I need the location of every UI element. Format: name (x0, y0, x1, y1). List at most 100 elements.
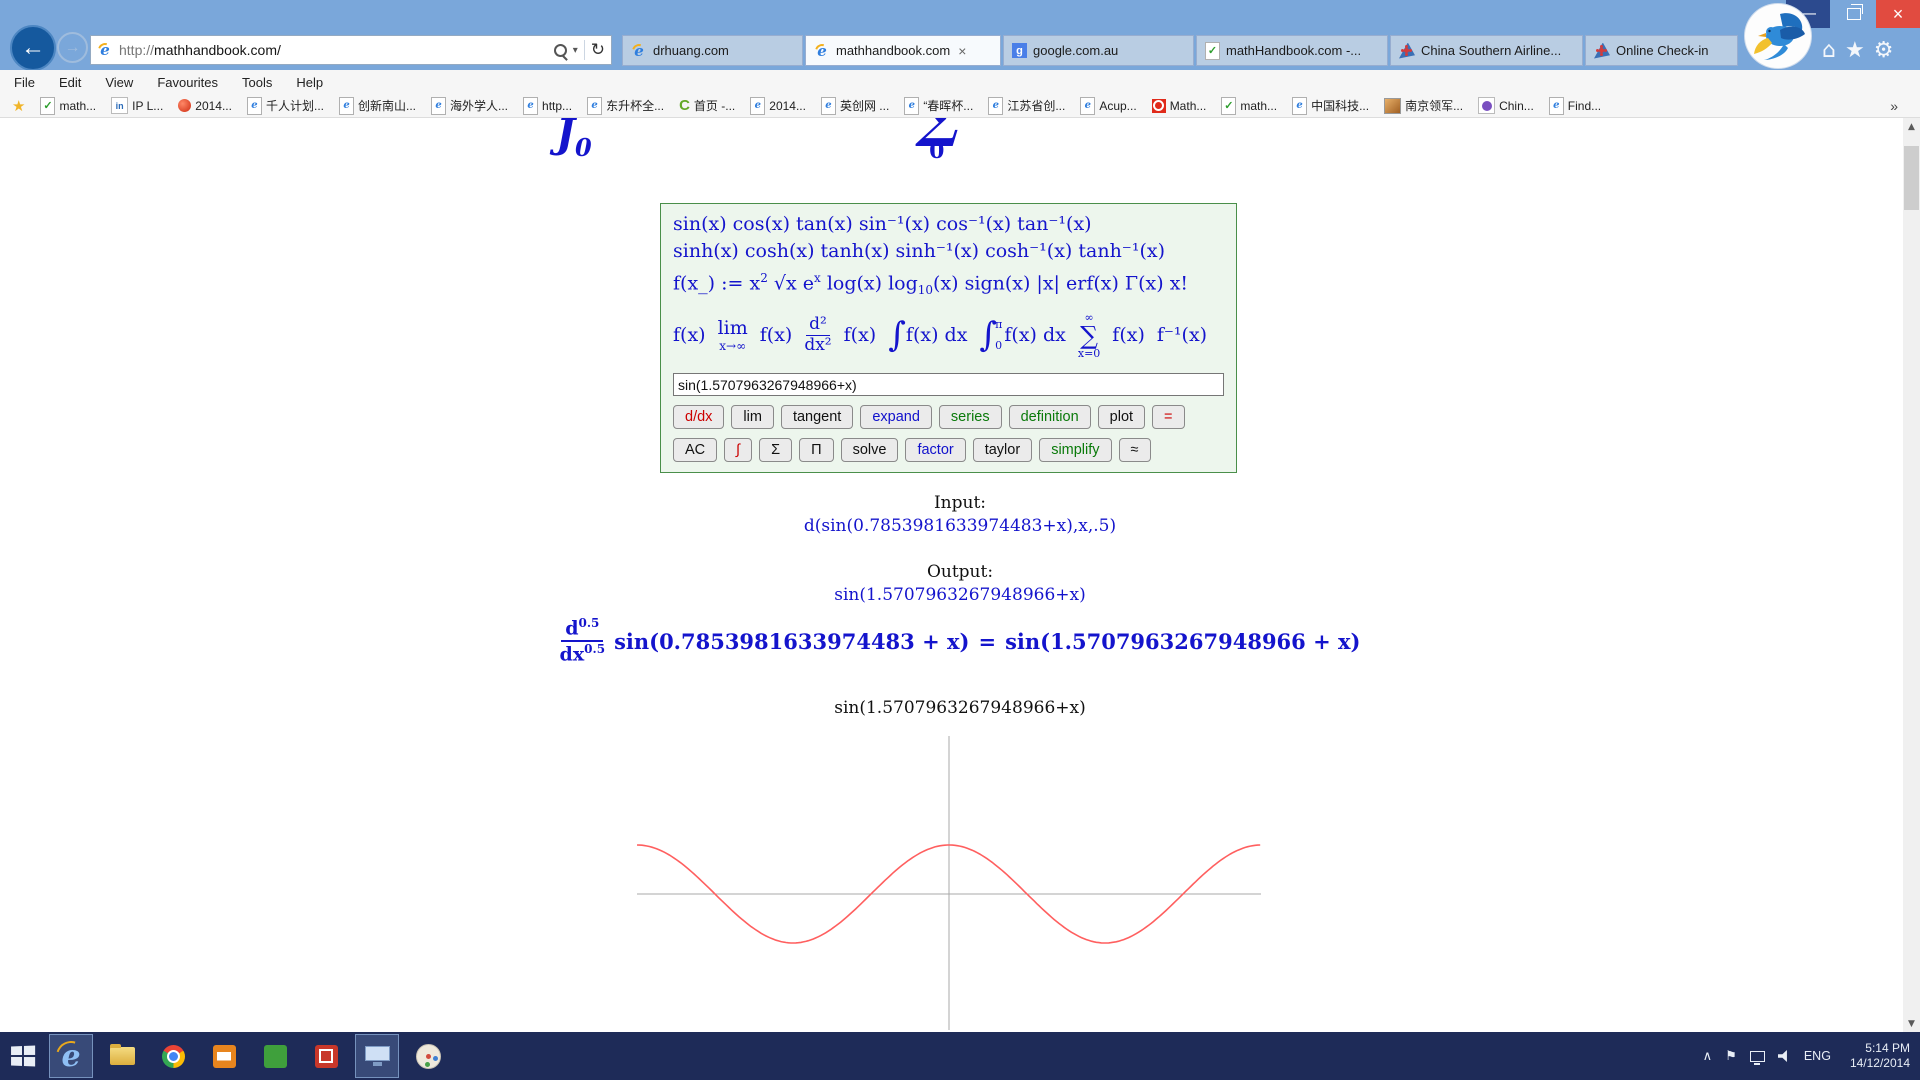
input-expression: d(sin(0.7853981633974483+x),x,.5) (0, 516, 1920, 536)
scroll-down-arrow[interactable]: ▼ (1903, 1015, 1920, 1032)
favorites-overflow-chevron[interactable]: » (1890, 98, 1898, 114)
tab-label: mathHandbook.com -... (1226, 43, 1361, 58)
search-icon[interactable] (554, 44, 567, 57)
favorite-label: 创新南山... (358, 97, 416, 114)
favorites-star-icon[interactable]: ★ (1845, 36, 1865, 66)
taskbar-mail-app[interactable] (202, 1034, 246, 1078)
green-c-icon: C (679, 97, 690, 114)
panel-math-line4: f(x) limx→∞ f(x) d²dx² f(x) ∫f(x) dx ∫π0… (673, 304, 1224, 366)
panel-button-simplify[interactable]: simplify (1039, 438, 1111, 462)
address-bar[interactable]: e http://mathhandbook.com/ ▾ ↻ (90, 35, 612, 65)
speaker-icon[interactable] (1778, 1050, 1791, 1062)
favorite-item[interactable]: inIP L... (111, 97, 163, 114)
taskbar-red-app[interactable] (304, 1034, 348, 1078)
clock[interactable]: 5:14 PM14/12/2014 (1850, 1041, 1910, 1071)
favorite-item[interactable]: e海外学人... (431, 97, 508, 115)
tab-label: Online Check-in (1616, 43, 1709, 58)
favorite-item[interactable]: Math... (1152, 99, 1207, 113)
favorite-item[interactable]: 南京领军... (1384, 97, 1463, 114)
menu-favourites[interactable]: Favourites (157, 75, 218, 90)
close-button[interactable]: × (1876, 0, 1920, 28)
tab-mathhandbook-com-[interactable]: ✓ mathHandbook.com -... (1196, 35, 1388, 66)
favorite-item[interactable]: e2014... (750, 97, 806, 115)
scroll-up-arrow[interactable]: ▲ (1903, 118, 1920, 135)
search-caret-icon[interactable]: ▾ (573, 45, 578, 56)
refresh-icon[interactable]: ↻ (591, 40, 605, 60)
taskbar-green-app[interactable] (253, 1034, 297, 1078)
taskbar-presenter-app[interactable] (355, 1034, 399, 1078)
favorite-label: 2014... (769, 99, 806, 113)
panel-button-ac[interactable]: AC (673, 438, 717, 462)
favorite-item[interactable]: e英创网 ... (821, 97, 889, 115)
taskbar-ie[interactable]: e (49, 1034, 93, 1078)
taskbar-paint-app[interactable] (406, 1034, 450, 1078)
doc-check-icon: ✓ (1205, 42, 1220, 60)
favorites-bar-star-icon[interactable]: ★ (12, 97, 25, 115)
tray-chevron-icon[interactable]: ∧ (1703, 1049, 1713, 1064)
favorite-item[interactable]: eFind... (1549, 97, 1601, 115)
menu-bar: File Edit View Favourites Tools Help (0, 70, 1920, 94)
favorite-item[interactable]: eAcup... (1080, 97, 1136, 115)
taskbar-file-explorer[interactable] (100, 1034, 144, 1078)
menu-tools[interactable]: Tools (242, 75, 272, 90)
tray-flag-icon[interactable]: ⚑ (1725, 1049, 1737, 1064)
tab-mathhandbook-com[interactable]: emathhandbook.com× (805, 35, 1001, 66)
network-icon[interactable] (1750, 1051, 1765, 1062)
panel-button-tangent[interactable]: tangent (781, 405, 853, 429)
china-southern-icon (1399, 43, 1415, 59)
restore-icon (1847, 8, 1861, 20)
panel-button-series[interactable]: series (939, 405, 1002, 429)
favorite-item[interactable]: e江苏省创... (988, 97, 1065, 115)
language-indicator[interactable]: ENG (1804, 1049, 1831, 1063)
doc-check-icon: ✓ (1221, 97, 1236, 115)
bird-icon (1750, 10, 1806, 62)
panel-button-expand[interactable]: expand (860, 405, 932, 429)
forward-button[interactable]: → (57, 32, 88, 63)
favorites-items: ✓math... inIP L... 2014... e千人计划... e创新南山...… (40, 97, 1601, 115)
panel-button--[interactable]: = (1152, 405, 1184, 429)
panel-button--[interactable]: Π (799, 438, 833, 462)
menu-help[interactable]: Help (296, 75, 323, 90)
panel-button-taylor[interactable]: taylor (973, 438, 1032, 462)
panel-button-definition[interactable]: definition (1009, 405, 1091, 429)
favorite-item[interactable]: e东升杯全... (587, 97, 664, 115)
favorite-item[interactable]: e创新南山... (339, 97, 416, 115)
tab-online-check-in[interactable]: Online Check-in (1585, 35, 1738, 66)
scrollbar-thumb[interactable] (1904, 146, 1919, 210)
panel-button-d-dx[interactable]: d/dx (673, 405, 724, 429)
panel-button--[interactable]: Σ (759, 438, 792, 462)
tab-google-com-au[interactable]: ggoogle.com.au (1003, 35, 1194, 66)
favorite-item[interactable]: ✓math... (1221, 97, 1277, 115)
function-plot (600, 728, 1300, 1030)
expression-input[interactable] (673, 373, 1224, 396)
restore-button[interactable] (1834, 0, 1874, 28)
panel-button-solve[interactable]: solve (841, 438, 899, 462)
menu-file[interactable]: File (14, 75, 35, 90)
panel-button-lim[interactable]: lim (731, 405, 774, 429)
favorite-item[interactable]: ✓math... (40, 97, 96, 115)
panel-button-plot[interactable]: plot (1098, 405, 1145, 429)
menu-edit[interactable]: Edit (59, 75, 81, 90)
panel-button--[interactable]: ≈ (1119, 438, 1151, 462)
tab-drhuang-com[interactable]: edrhuang.com (622, 35, 803, 66)
favorite-item[interactable]: Chin... (1478, 97, 1534, 114)
settings-gear-icon[interactable]: ⚙ (1874, 36, 1894, 66)
favorite-item[interactable]: e千人计划... (247, 97, 324, 115)
home-icon[interactable]: ⌂ (1822, 36, 1836, 66)
panel-math-line1: sin(x) cos(x) tan(x) sin⁻¹(x) cos⁻¹(x) t… (673, 211, 1224, 238)
taskbar-chrome[interactable] (151, 1034, 195, 1078)
tab-close-icon[interactable]: × (958, 43, 966, 59)
start-button[interactable] (11, 1045, 35, 1066)
favorite-item[interactable]: ehttp... (523, 97, 572, 115)
back-button[interactable]: ← (10, 25, 56, 71)
favorite-item[interactable]: e中国科技... (1292, 97, 1369, 115)
favorite-item[interactable]: e“春晖杯... (904, 97, 973, 115)
red-app-icon (315, 1045, 338, 1068)
vertical-scrollbar[interactable]: ▲ ▼ (1903, 118, 1920, 1032)
favorite-item[interactable]: C首页 -... (679, 97, 735, 114)
favorite-item[interactable]: 2014... (178, 99, 232, 113)
tab-china-southern-airline-[interactable]: China Southern Airline... (1390, 35, 1583, 66)
panel-button-factor[interactable]: factor (905, 438, 965, 462)
panel-button--[interactable]: ∫ (724, 438, 752, 462)
menu-view[interactable]: View (105, 75, 133, 90)
